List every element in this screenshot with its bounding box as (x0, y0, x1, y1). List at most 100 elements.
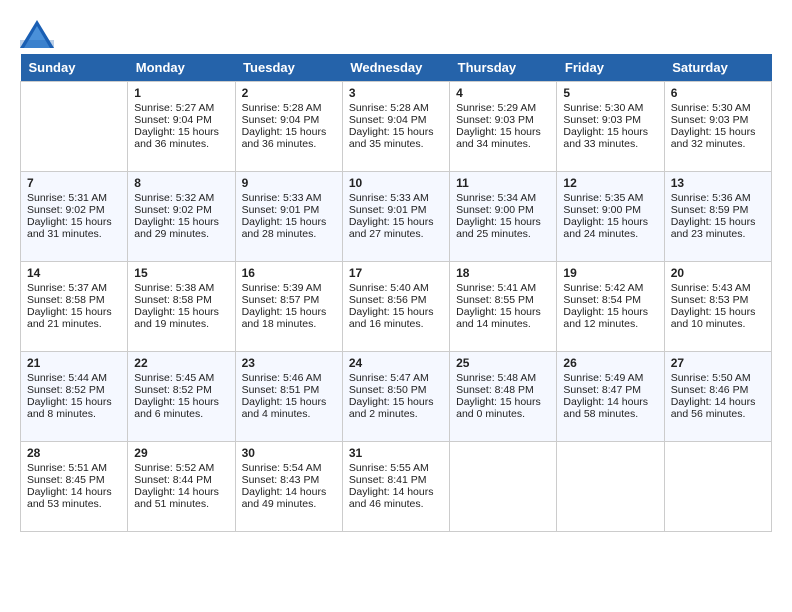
sunrise-text: Sunrise: 5:37 AM (27, 282, 121, 294)
sunrise-text: Sunrise: 5:28 AM (349, 102, 443, 114)
calendar-cell: 9 Sunrise: 5:33 AM Sunset: 9:01 PM Dayli… (235, 172, 342, 262)
calendar-cell (557, 442, 664, 532)
day-number: 6 (671, 86, 765, 100)
day-number: 25 (456, 356, 550, 370)
calendar-cell: 27 Sunrise: 5:50 AM Sunset: 8:46 PM Dayl… (664, 352, 771, 442)
calendar-cell (21, 82, 128, 172)
sunrise-text: Sunrise: 5:32 AM (134, 192, 228, 204)
calendar-cell: 13 Sunrise: 5:36 AM Sunset: 8:59 PM Dayl… (664, 172, 771, 262)
daylight-text: Daylight: 15 hours and 31 minutes. (27, 216, 121, 240)
calendar-week: 21 Sunrise: 5:44 AM Sunset: 8:52 PM Dayl… (21, 352, 772, 442)
day-number: 1 (134, 86, 228, 100)
calendar-cell: 12 Sunrise: 5:35 AM Sunset: 9:00 PM Dayl… (557, 172, 664, 262)
sunset-text: Sunset: 9:04 PM (134, 114, 228, 126)
calendar-cell: 7 Sunrise: 5:31 AM Sunset: 9:02 PM Dayli… (21, 172, 128, 262)
calendar-table: SundayMondayTuesdayWednesdayThursdayFrid… (20, 54, 772, 532)
sunset-text: Sunset: 9:03 PM (456, 114, 550, 126)
day-number: 26 (563, 356, 657, 370)
daylight-text: Daylight: 15 hours and 19 minutes. (134, 306, 228, 330)
sunset-text: Sunset: 8:52 PM (134, 384, 228, 396)
day-number: 13 (671, 176, 765, 190)
sunrise-text: Sunrise: 5:54 AM (242, 462, 336, 474)
sunset-text: Sunset: 8:41 PM (349, 474, 443, 486)
sunset-text: Sunset: 8:47 PM (563, 384, 657, 396)
day-number: 16 (242, 266, 336, 280)
sunset-text: Sunset: 9:01 PM (349, 204, 443, 216)
calendar-cell: 24 Sunrise: 5:47 AM Sunset: 8:50 PM Dayl… (342, 352, 449, 442)
calendar-cell: 20 Sunrise: 5:43 AM Sunset: 8:53 PM Dayl… (664, 262, 771, 352)
sunrise-text: Sunrise: 5:35 AM (563, 192, 657, 204)
day-number: 14 (27, 266, 121, 280)
sunrise-text: Sunrise: 5:30 AM (563, 102, 657, 114)
day-number: 23 (242, 356, 336, 370)
daylight-text: Daylight: 14 hours and 58 minutes. (563, 396, 657, 420)
calendar-cell: 3 Sunrise: 5:28 AM Sunset: 9:04 PM Dayli… (342, 82, 449, 172)
day-number: 19 (563, 266, 657, 280)
daylight-text: Daylight: 15 hours and 21 minutes. (27, 306, 121, 330)
calendar-cell: 5 Sunrise: 5:30 AM Sunset: 9:03 PM Dayli… (557, 82, 664, 172)
daylight-text: Daylight: 15 hours and 25 minutes. (456, 216, 550, 240)
day-number: 27 (671, 356, 765, 370)
weekday-header: Sunday (21, 54, 128, 82)
sunrise-text: Sunrise: 5:33 AM (349, 192, 443, 204)
sunset-text: Sunset: 9:04 PM (242, 114, 336, 126)
calendar-cell: 31 Sunrise: 5:55 AM Sunset: 8:41 PM Dayl… (342, 442, 449, 532)
sunrise-text: Sunrise: 5:42 AM (563, 282, 657, 294)
sunrise-text: Sunrise: 5:49 AM (563, 372, 657, 384)
calendar-cell: 18 Sunrise: 5:41 AM Sunset: 8:55 PM Dayl… (450, 262, 557, 352)
day-number: 5 (563, 86, 657, 100)
calendar-cell: 14 Sunrise: 5:37 AM Sunset: 8:58 PM Dayl… (21, 262, 128, 352)
day-number: 2 (242, 86, 336, 100)
sunset-text: Sunset: 9:00 PM (456, 204, 550, 216)
daylight-text: Daylight: 14 hours and 53 minutes. (27, 486, 121, 510)
calendar-cell: 30 Sunrise: 5:54 AM Sunset: 8:43 PM Dayl… (235, 442, 342, 532)
day-number: 20 (671, 266, 765, 280)
calendar-cell: 4 Sunrise: 5:29 AM Sunset: 9:03 PM Dayli… (450, 82, 557, 172)
day-number: 15 (134, 266, 228, 280)
day-number: 31 (349, 446, 443, 460)
sunrise-text: Sunrise: 5:44 AM (27, 372, 121, 384)
daylight-text: Daylight: 15 hours and 29 minutes. (134, 216, 228, 240)
daylight-text: Daylight: 15 hours and 10 minutes. (671, 306, 765, 330)
daylight-text: Daylight: 15 hours and 35 minutes. (349, 126, 443, 150)
daylight-text: Daylight: 15 hours and 2 minutes. (349, 396, 443, 420)
day-number: 28 (27, 446, 121, 460)
daylight-text: Daylight: 15 hours and 6 minutes. (134, 396, 228, 420)
calendar-cell: 19 Sunrise: 5:42 AM Sunset: 8:54 PM Dayl… (557, 262, 664, 352)
calendar-cell: 29 Sunrise: 5:52 AM Sunset: 8:44 PM Dayl… (128, 442, 235, 532)
day-number: 4 (456, 86, 550, 100)
day-number: 9 (242, 176, 336, 190)
sunset-text: Sunset: 9:04 PM (349, 114, 443, 126)
sunrise-text: Sunrise: 5:36 AM (671, 192, 765, 204)
sunrise-text: Sunrise: 5:55 AM (349, 462, 443, 474)
daylight-text: Daylight: 15 hours and 14 minutes. (456, 306, 550, 330)
calendar-cell: 25 Sunrise: 5:48 AM Sunset: 8:48 PM Dayl… (450, 352, 557, 442)
daylight-text: Daylight: 15 hours and 16 minutes. (349, 306, 443, 330)
calendar-cell: 6 Sunrise: 5:30 AM Sunset: 9:03 PM Dayli… (664, 82, 771, 172)
day-number: 10 (349, 176, 443, 190)
daylight-text: Daylight: 14 hours and 56 minutes. (671, 396, 765, 420)
sunrise-text: Sunrise: 5:50 AM (671, 372, 765, 384)
day-number: 8 (134, 176, 228, 190)
calendar-cell: 16 Sunrise: 5:39 AM Sunset: 8:57 PM Dayl… (235, 262, 342, 352)
sunset-text: Sunset: 8:54 PM (563, 294, 657, 306)
calendar-cell: 11 Sunrise: 5:34 AM Sunset: 9:00 PM Dayl… (450, 172, 557, 262)
sunrise-text: Sunrise: 5:41 AM (456, 282, 550, 294)
sunset-text: Sunset: 8:48 PM (456, 384, 550, 396)
sunset-text: Sunset: 8:58 PM (134, 294, 228, 306)
sunset-text: Sunset: 8:44 PM (134, 474, 228, 486)
day-number: 24 (349, 356, 443, 370)
sunrise-text: Sunrise: 5:43 AM (671, 282, 765, 294)
sunset-text: Sunset: 8:43 PM (242, 474, 336, 486)
calendar-week: 7 Sunrise: 5:31 AM Sunset: 9:02 PM Dayli… (21, 172, 772, 262)
sunset-text: Sunset: 8:50 PM (349, 384, 443, 396)
sunrise-text: Sunrise: 5:51 AM (27, 462, 121, 474)
calendar-cell: 17 Sunrise: 5:40 AM Sunset: 8:56 PM Dayl… (342, 262, 449, 352)
daylight-text: Daylight: 14 hours and 51 minutes. (134, 486, 228, 510)
day-number: 12 (563, 176, 657, 190)
daylight-text: Daylight: 15 hours and 12 minutes. (563, 306, 657, 330)
sunset-text: Sunset: 8:57 PM (242, 294, 336, 306)
sunrise-text: Sunrise: 5:27 AM (134, 102, 228, 114)
daylight-text: Daylight: 15 hours and 23 minutes. (671, 216, 765, 240)
weekday-header: Wednesday (342, 54, 449, 82)
